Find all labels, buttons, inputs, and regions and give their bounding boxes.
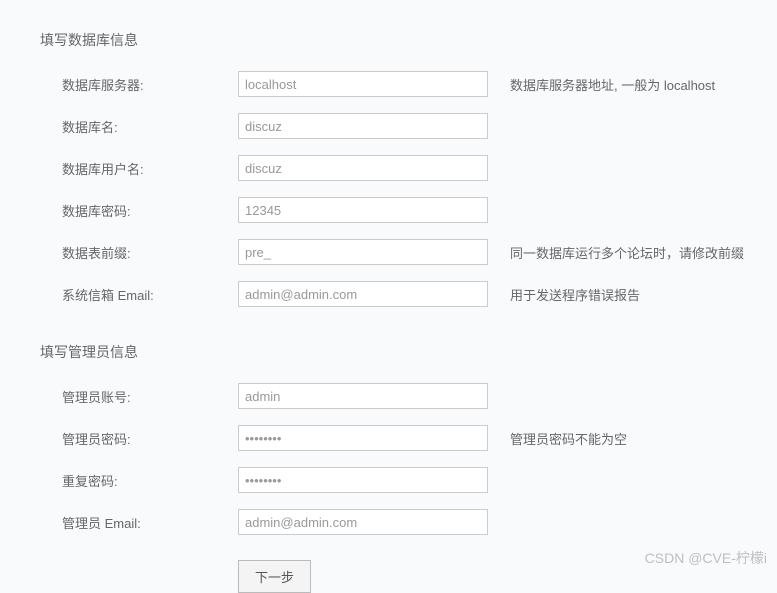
admin-email-row: 管理员 Email: xyxy=(62,508,777,536)
db-pass-label: 数据库密码: xyxy=(62,201,238,220)
db-section-title: 填写数据库信息 xyxy=(40,30,777,50)
admin-pass2-label: 重复密码: xyxy=(62,471,238,490)
admin-section: 管理员账号: 管理员密码: 管理员密码不能为空 重复密码: 管理员 Email: xyxy=(40,382,777,536)
db-email-label: 系统信箱 Email: xyxy=(62,285,238,304)
admin-email-label: 管理员 Email: xyxy=(62,513,238,532)
db-email-input[interactable] xyxy=(238,281,488,307)
db-email-hint: 用于发送程序错误报告 xyxy=(510,285,640,304)
db-section: 数据库服务器: 数据库服务器地址, 一般为 localhost 数据库名: 数据… xyxy=(40,70,777,308)
db-user-label: 数据库用户名: xyxy=(62,159,238,178)
admin-email-input[interactable] xyxy=(238,509,488,535)
db-user-row: 数据库用户名: xyxy=(62,154,777,182)
db-prefix-hint: 同一数据库运行多个论坛时，请修改前缀 xyxy=(510,243,744,262)
admin-account-input[interactable] xyxy=(238,383,488,409)
admin-pass-row: 管理员密码: 管理员密码不能为空 xyxy=(62,424,777,452)
db-server-input[interactable] xyxy=(238,71,488,97)
db-user-input[interactable] xyxy=(238,155,488,181)
admin-pass2-input[interactable] xyxy=(238,467,488,493)
db-prefix-input[interactable] xyxy=(238,239,488,265)
db-name-row: 数据库名: xyxy=(62,112,777,140)
section-gap xyxy=(40,322,777,342)
admin-pass-hint: 管理员密码不能为空 xyxy=(510,429,627,448)
db-prefix-row: 数据表前缀: 同一数据库运行多个论坛时，请修改前缀 xyxy=(62,238,777,266)
db-server-hint: 数据库服务器地址, 一般为 localhost xyxy=(510,75,715,94)
db-server-row: 数据库服务器: 数据库服务器地址, 一般为 localhost xyxy=(62,70,777,98)
admin-account-row: 管理员账号: xyxy=(62,382,777,410)
db-server-label: 数据库服务器: xyxy=(62,75,238,94)
db-pass-input[interactable] xyxy=(238,197,488,223)
db-name-label: 数据库名: xyxy=(62,117,238,136)
admin-pass-input[interactable] xyxy=(238,425,488,451)
db-prefix-label: 数据表前缀: xyxy=(62,243,238,262)
db-pass-row: 数据库密码: xyxy=(62,196,777,224)
next-button[interactable]: 下一步 xyxy=(238,560,311,593)
admin-section-title: 填写管理员信息 xyxy=(40,342,777,362)
db-name-input[interactable] xyxy=(238,113,488,139)
db-email-row: 系统信箱 Email: 用于发送程序错误报告 xyxy=(62,280,777,308)
admin-pass2-row: 重复密码: xyxy=(62,466,777,494)
admin-account-label: 管理员账号: xyxy=(62,387,238,406)
install-form: 填写数据库信息 数据库服务器: 数据库服务器地址, 一般为 localhost … xyxy=(0,0,777,593)
admin-pass-label: 管理员密码: xyxy=(62,429,238,448)
action-row: 下一步 xyxy=(40,560,777,593)
